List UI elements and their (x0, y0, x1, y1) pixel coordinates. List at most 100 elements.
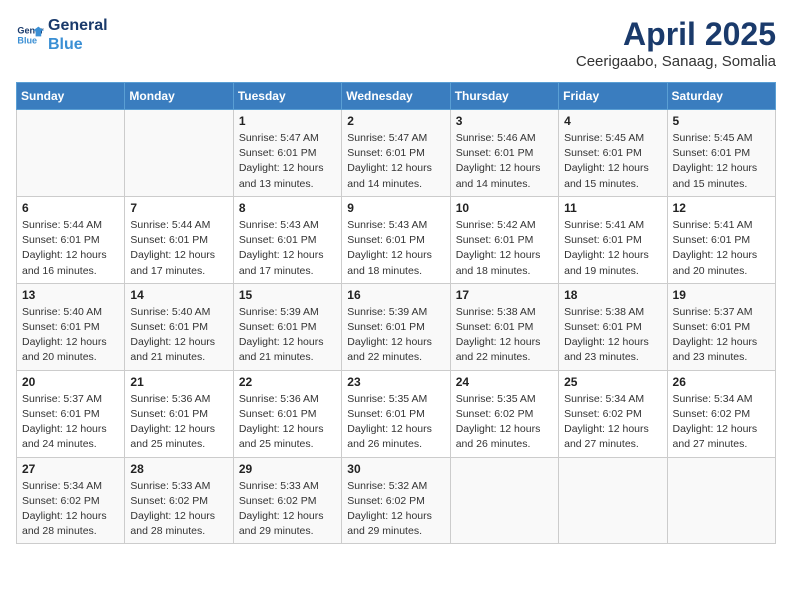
logo-line2: Blue (48, 35, 108, 54)
day-info: Sunrise: 5:33 AM Sunset: 6:02 PM Dayligh… (130, 479, 227, 540)
day-number: 16 (347, 288, 444, 302)
calendar-cell: 13 Sunrise: 5:40 AM Sunset: 6:01 PM Dayli… (17, 283, 125, 370)
day-number: 4 (564, 114, 661, 128)
day-number: 7 (130, 201, 227, 215)
day-number: 3 (456, 114, 553, 128)
calendar-cell: 10 Sunrise: 5:42 AM Sunset: 6:01 PM Dayli… (450, 196, 558, 283)
calendar-cell: 22 Sunrise: 5:36 AM Sunset: 6:01 PM Dayli… (233, 370, 341, 457)
calendar-cell: 1Sunrise: 5:47 AM Sunset: 6:01 PM Daylig… (233, 110, 341, 197)
day-info: Sunrise: 5:45 AM Sunset: 6:01 PM Dayligh… (564, 131, 661, 192)
day-number: 9 (347, 201, 444, 215)
day-number: 20 (22, 375, 119, 389)
day-number: 12 (673, 201, 770, 215)
day-number: 14 (130, 288, 227, 302)
day-number: 8 (239, 201, 336, 215)
day-info: Sunrise: 5:41 AM Sunset: 6:01 PM Dayligh… (673, 218, 770, 279)
calendar-cell: 25 Sunrise: 5:34 AM Sunset: 6:02 PM Dayli… (559, 370, 667, 457)
calendar-cell: 16 Sunrise: 5:39 AM Sunset: 6:01 PM Dayli… (342, 283, 450, 370)
calendar-cell: 27Sunrise: 5:34 AM Sunset: 6:02 PM Dayli… (17, 457, 125, 544)
calendar-cell: 29Sunrise: 5:33 AM Sunset: 6:02 PM Dayli… (233, 457, 341, 544)
calendar-cell: 2 Sunrise: 5:47 AM Sunset: 6:01 PM Daylig… (342, 110, 450, 197)
day-number: 28 (130, 462, 227, 476)
calendar-cell: 21 Sunrise: 5:36 AM Sunset: 6:01 PM Dayli… (125, 370, 233, 457)
day-info: Sunrise: 5:36 AM Sunset: 6:01 PM Dayligh… (239, 392, 336, 453)
day-info: Sunrise: 5:43 AM Sunset: 6:01 PM Dayligh… (347, 218, 444, 279)
weekday-header: Thursday (450, 83, 558, 110)
day-info: Sunrise: 5:39 AM Sunset: 6:01 PM Dayligh… (239, 305, 336, 366)
day-info: Sunrise: 5:34 AM Sunset: 6:02 PM Dayligh… (22, 479, 119, 540)
day-info: Sunrise: 5:47 AM Sunset: 6:01 PM Dayligh… (347, 131, 444, 192)
day-number: 1 (239, 114, 336, 128)
calendar-week-row: 13 Sunrise: 5:40 AM Sunset: 6:01 PM Dayli… (17, 283, 776, 370)
calendar-cell: 30Sunrise: 5:32 AM Sunset: 6:02 PM Dayli… (342, 457, 450, 544)
calendar-cell: 28 Sunrise: 5:33 AM Sunset: 6:02 PM Dayli… (125, 457, 233, 544)
day-info: Sunrise: 5:39 AM Sunset: 6:01 PM Dayligh… (347, 305, 444, 366)
main-title: April 2025 (576, 16, 776, 53)
day-info: Sunrise: 5:38 AM Sunset: 6:01 PM Dayligh… (456, 305, 553, 366)
subtitle: Ceerigaabo, Sanaag, Somalia (576, 53, 776, 70)
calendar-cell (125, 110, 233, 197)
svg-text:Blue: Blue (17, 36, 37, 46)
day-number: 26 (673, 375, 770, 389)
day-info: Sunrise: 5:46 AM Sunset: 6:01 PM Dayligh… (456, 131, 553, 192)
day-info: Sunrise: 5:40 AM Sunset: 6:01 PM Dayligh… (22, 305, 119, 366)
day-info: Sunrise: 5:35 AM Sunset: 6:01 PM Dayligh… (347, 392, 444, 453)
weekday-header: Sunday (17, 83, 125, 110)
calendar-cell: 26 Sunrise: 5:34 AM Sunset: 6:02 PM Dayli… (667, 370, 775, 457)
calendar-cell: 19 Sunrise: 5:37 AM Sunset: 6:01 PM Dayli… (667, 283, 775, 370)
weekday-header: Friday (559, 83, 667, 110)
day-number: 5 (673, 114, 770, 128)
day-info: Sunrise: 5:36 AM Sunset: 6:01 PM Dayligh… (130, 392, 227, 453)
day-number: 19 (673, 288, 770, 302)
day-number: 22 (239, 375, 336, 389)
day-info: Sunrise: 5:37 AM Sunset: 6:01 PM Dayligh… (673, 305, 770, 366)
day-info: Sunrise: 5:35 AM Sunset: 6:02 PM Dayligh… (456, 392, 553, 453)
day-number: 10 (456, 201, 553, 215)
header-row: SundayMondayTuesdayWednesdayThursdayFrid… (17, 83, 776, 110)
day-number: 24 (456, 375, 553, 389)
day-number: 25 (564, 375, 661, 389)
day-info: Sunrise: 5:40 AM Sunset: 6:01 PM Dayligh… (130, 305, 227, 366)
logo-line1: General (48, 16, 108, 35)
calendar-cell (559, 457, 667, 544)
day-info: Sunrise: 5:42 AM Sunset: 6:01 PM Dayligh… (456, 218, 553, 279)
day-info: Sunrise: 5:41 AM Sunset: 6:01 PM Dayligh… (564, 218, 661, 279)
day-number: 21 (130, 375, 227, 389)
day-number: 6 (22, 201, 119, 215)
calendar-cell: 15Sunrise: 5:39 AM Sunset: 6:01 PM Dayli… (233, 283, 341, 370)
day-number: 13 (22, 288, 119, 302)
day-info: Sunrise: 5:34 AM Sunset: 6:02 PM Dayligh… (673, 392, 770, 453)
calendar-cell: 9 Sunrise: 5:43 AM Sunset: 6:01 PM Daylig… (342, 196, 450, 283)
calendar-cell: 5 Sunrise: 5:45 AM Sunset: 6:01 PM Daylig… (667, 110, 775, 197)
day-number: 18 (564, 288, 661, 302)
day-number: 11 (564, 201, 661, 215)
logo-icon: General Blue (16, 21, 44, 49)
calendar-cell: 4 Sunrise: 5:45 AM Sunset: 6:01 PM Daylig… (559, 110, 667, 197)
calendar-cell: 6Sunrise: 5:44 AM Sunset: 6:01 PM Daylig… (17, 196, 125, 283)
day-number: 29 (239, 462, 336, 476)
calendar-cell: 14 Sunrise: 5:40 AM Sunset: 6:01 PM Dayli… (125, 283, 233, 370)
logo: General Blue General Blue (16, 16, 108, 54)
weekday-header: Saturday (667, 83, 775, 110)
calendar-cell (17, 110, 125, 197)
calendar-week-row: 1 Sunrise: 5:47 AM Sunset: 6:01 PM Daylig… (17, 110, 776, 197)
calendar-cell (450, 457, 558, 544)
calendar-cell: 24 Sunrise: 5:35 AM Sunset: 6:02 PM Dayli… (450, 370, 558, 457)
calendar-cell: 7 Sunrise: 5:44 AM Sunset: 6:01 PM Daylig… (125, 196, 233, 283)
day-info: Sunrise: 5:43 AM Sunset: 6:01 PM Dayligh… (239, 218, 336, 279)
day-info: Sunrise: 5:38 AM Sunset: 6:01 PM Dayligh… (564, 305, 661, 366)
day-number: 2 (347, 114, 444, 128)
day-info: Sunrise: 5:44 AM Sunset: 6:01 PM Dayligh… (130, 218, 227, 279)
weekday-header: Tuesday (233, 83, 341, 110)
day-info: Sunrise: 5:45 AM Sunset: 6:01 PM Dayligh… (673, 131, 770, 192)
calendar-cell: 8 Sunrise: 5:43 AM Sunset: 6:01 PM Daylig… (233, 196, 341, 283)
day-info: Sunrise: 5:34 AM Sunset: 6:02 PM Dayligh… (564, 392, 661, 453)
day-info: Sunrise: 5:32 AM Sunset: 6:02 PM Dayligh… (347, 479, 444, 540)
calendar-cell: 12 Sunrise: 5:41 AM Sunset: 6:01 PM Dayli… (667, 196, 775, 283)
calendar-cell: 20Sunrise: 5:37 AM Sunset: 6:01 PM Dayli… (17, 370, 125, 457)
weekday-header: Monday (125, 83, 233, 110)
title-block: April 2025 Ceerigaabo, Sanaag, Somalia (576, 16, 776, 70)
day-number: 17 (456, 288, 553, 302)
calendar-cell: 23Sunrise: 5:35 AM Sunset: 6:01 PM Dayli… (342, 370, 450, 457)
page-header: General Blue General Blue April 2025 Cee… (16, 16, 776, 70)
